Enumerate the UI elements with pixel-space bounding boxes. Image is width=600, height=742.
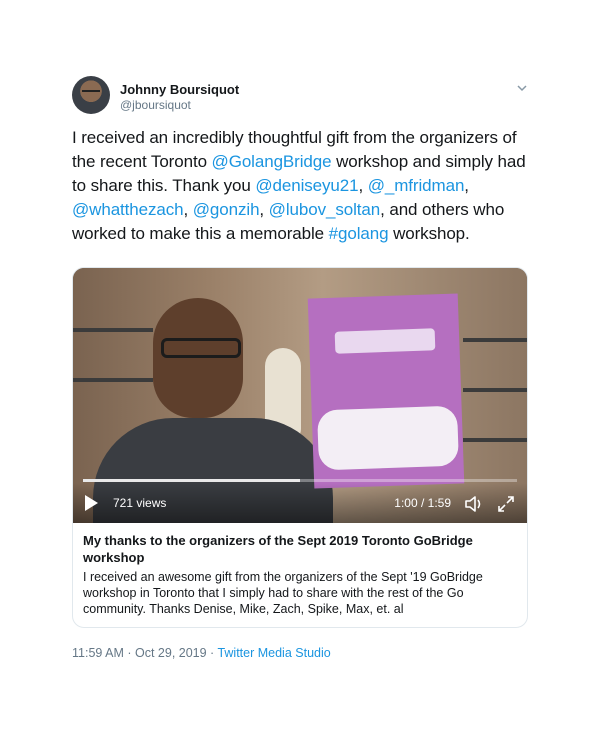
video-frame-glasses <box>161 338 241 358</box>
video-player[interactable]: 721 views 1:00 / 1:59 <box>73 268 527 523</box>
card-description: I received an awesome gift from the orga… <box>83 570 483 616</box>
tweet-text-part: , <box>259 200 269 219</box>
volume-icon[interactable] <box>463 494 485 514</box>
tweet-meta: 11:59 AM · Oct 29, 2019 · Twitter Media … <box>72 646 528 660</box>
avatar[interactable] <box>72 76 110 114</box>
video-frame-shelf <box>463 338 527 342</box>
play-icon[interactable] <box>85 495 98 511</box>
fullscreen-icon[interactable] <box>497 495 515 513</box>
tweet-text-part: , <box>358 176 368 195</box>
author-handle[interactable]: @jboursiquot <box>120 98 239 113</box>
video-progress-bar[interactable] <box>83 479 517 482</box>
hashtag-golang[interactable]: #golang <box>329 224 389 243</box>
video-frame-shelf <box>73 378 153 382</box>
tweet-header: Johnny Boursiquot @jboursiquot <box>72 72 528 116</box>
timestamp[interactable]: 11:59 AM · Oct 29, 2019 · <box>72 646 217 660</box>
card-title[interactable]: My thanks to the organizers of the Sept … <box>83 532 517 566</box>
tweet-text-part: , <box>464 176 469 195</box>
mention-whatthezach[interactable]: @whatthezach <box>72 200 184 219</box>
author-names: Johnny Boursiquot @jboursiquot <box>120 82 239 113</box>
tweet-text: I received an incredibly thoughtful gift… <box>72 126 528 246</box>
video-frame-book-art <box>316 405 460 471</box>
video-frame-book-title <box>334 328 436 354</box>
video-time: 1:00 / 1:59 <box>394 496 451 510</box>
tweet-text-part: workshop. <box>388 224 470 243</box>
video-frame-shelf <box>463 388 527 392</box>
video-frame-shelf <box>463 438 527 442</box>
video-frame-person-head <box>153 298 243 418</box>
author-display-name[interactable]: Johnny Boursiquot <box>120 82 239 98</box>
card-body[interactable]: My thanks to the organizers of the Sept … <box>73 523 527 627</box>
source-link[interactable]: Twitter Media Studio <box>217 646 330 660</box>
mention-lubov-soltan[interactable]: @lubov_soltan <box>269 200 381 219</box>
video-frame-shelf <box>73 328 153 332</box>
video-card[interactable]: 721 views 1:00 / 1:59 My thanks to the o… <box>72 267 528 628</box>
chevron-down-icon[interactable] <box>516 82 528 94</box>
mention-gonzih[interactable]: @gonzih <box>193 200 260 219</box>
mention-mfridman[interactable]: @_mfridman <box>368 176 465 195</box>
tweet: Johnny Boursiquot @jboursiquot I receive… <box>72 72 528 660</box>
video-controls: 721 views 1:00 / 1:59 <box>73 483 527 523</box>
view-count: 721 views <box>113 496 167 510</box>
tweet-text-part: , <box>183 200 193 219</box>
video-progress-fill <box>83 479 300 482</box>
mention-golangbridge[interactable]: @GolangBridge <box>212 152 332 171</box>
mention-deniseyu21[interactable]: @deniseyu21 <box>255 176 358 195</box>
